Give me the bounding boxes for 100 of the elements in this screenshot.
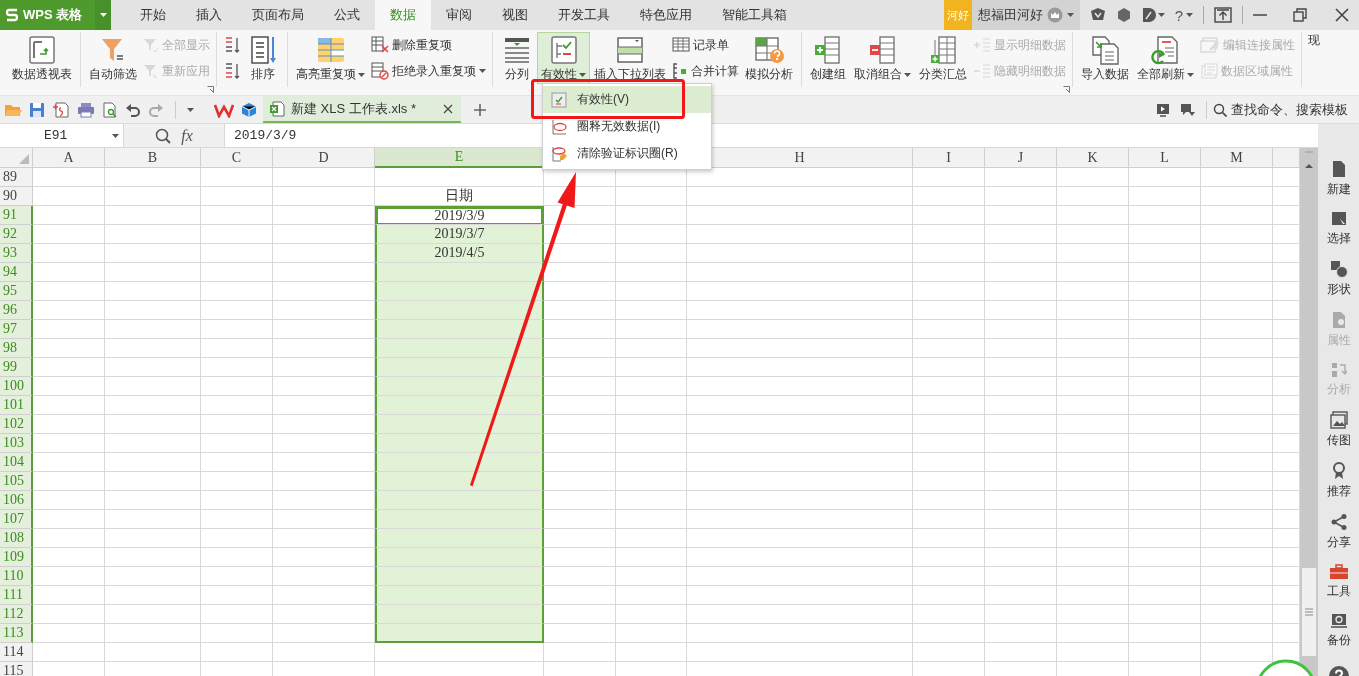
column-header[interactable]: I — [913, 148, 985, 168]
table-cell — [616, 187, 687, 206]
scroll-thumb[interactable] — [1302, 568, 1316, 656]
row-header[interactable]: 96 — [0, 301, 33, 320]
user-menu[interactable]: 想福田河好 — [971, 0, 1080, 30]
ribbon-tab[interactable]: 视图 — [487, 0, 543, 30]
sidebar-button[interactable]: 新建 — [1326, 160, 1351, 198]
ribbon-button[interactable]: 高亮重复项 — [292, 32, 369, 84]
row-header[interactable]: 95 — [0, 282, 33, 301]
ribbon-button[interactable]: 导入数据 — [1077, 32, 1133, 84]
table-cell — [913, 263, 985, 282]
row-header[interactable]: 103 — [0, 434, 33, 453]
row-header[interactable]: 107 — [0, 510, 33, 529]
ribbon-button[interactable]: 分类汇总 — [915, 32, 971, 84]
ribbon-button[interactable]: 删除重复项 — [370, 35, 487, 55]
row-header[interactable]: 100 — [0, 377, 33, 396]
ribbon-tab[interactable]: 页面布局 — [237, 0, 319, 30]
ribbon-button[interactable]: 自动筛选 — [85, 32, 141, 84]
row-header[interactable]: 104 — [0, 453, 33, 472]
row-header[interactable]: 109 — [0, 548, 33, 567]
table-cell — [33, 263, 105, 282]
row-header[interactable]: 113 — [0, 624, 33, 643]
column-header[interactable]: C — [201, 148, 273, 168]
row-header[interactable]: 94 — [0, 263, 33, 282]
column-header[interactable]: J — [985, 148, 1057, 168]
row-header[interactable]: 110 — [0, 567, 33, 586]
table-cell — [1201, 244, 1273, 263]
row-header[interactable]: 99 — [0, 358, 33, 377]
ribbon-button[interactable]: 分列 — [497, 32, 537, 84]
row-header[interactable]: 90 — [0, 187, 33, 206]
menu-item[interactable]: 有效性(V) — [543, 86, 711, 113]
column-header[interactable]: A — [33, 148, 105, 168]
row-header[interactable]: 108 — [0, 529, 33, 548]
function-button[interactable]: fx — [181, 126, 193, 145]
ribbon-button[interactable]: 拒绝录入重复项 — [370, 61, 487, 81]
ribbon-button[interactable]: 有效性 — [537, 32, 590, 84]
row-header[interactable]: 105 — [0, 472, 33, 491]
ribbon-button[interactable]: 数据透视表 — [8, 32, 76, 84]
row-header[interactable]: 111 — [0, 586, 33, 605]
app-menu-button[interactable] — [95, 0, 111, 30]
table-cell — [913, 605, 985, 624]
ribbon-tab[interactable]: 数据 — [375, 0, 431, 30]
ribbon-tab[interactable]: 公式 — [319, 0, 375, 30]
ribbon-button[interactable]: 取消组合 — [850, 32, 915, 84]
table-cell — [1201, 624, 1273, 643]
sidebar-button[interactable]: 选择 — [1326, 211, 1351, 247]
help-button[interactable]: ? — [1174, 6, 1193, 24]
sidebar-button[interactable]: 备份 — [1326, 613, 1351, 649]
row-header[interactable]: 114 — [0, 643, 33, 662]
image-icon — [1329, 411, 1348, 429]
column-header[interactable]: K — [1057, 148, 1129, 168]
ribbon-tab[interactable]: 开发工具 — [543, 0, 625, 30]
row-header[interactable]: 97 — [0, 320, 33, 339]
row-header[interactable]: 92 — [0, 225, 33, 244]
row-header[interactable]: 89 — [0, 168, 33, 187]
sidebar-button[interactable]: 推荐 — [1326, 462, 1351, 500]
column-header[interactable]: D — [273, 148, 375, 168]
ribbon-button[interactable]: 记录单 — [671, 35, 740, 55]
ribbon-button[interactable]: 模拟分析 — [741, 32, 797, 84]
table-cell — [1129, 244, 1201, 263]
table-cell — [1129, 206, 1201, 225]
row-header[interactable]: 91 — [0, 206, 33, 225]
row-header[interactable]: 106 — [0, 491, 33, 510]
row-header[interactable]: 115 — [0, 662, 33, 676]
sidebar-button[interactable]: 形状 — [1326, 260, 1351, 298]
column-header[interactable]: M — [1201, 148, 1273, 168]
ribbon-tab[interactable]: 特色应用 — [625, 0, 707, 30]
column-header[interactable]: L — [1129, 148, 1201, 168]
select-all-corner[interactable] — [0, 148, 33, 168]
ribbon-button[interactable]: 创建组 — [806, 32, 850, 84]
ribbon-tab[interactable]: 开始 — [125, 0, 181, 30]
app-logo[interactable]: WPS 表格 — [0, 0, 95, 30]
row-header[interactable]: 112 — [0, 605, 33, 624]
table-cell — [201, 396, 273, 415]
ribbon-tab[interactable]: 审阅 — [431, 0, 487, 30]
ribbon-tab[interactable]: 智能工具箱 — [707, 0, 802, 30]
row-header[interactable]: 98 — [0, 339, 33, 358]
column-header[interactable] — [1273, 148, 1300, 168]
sidebar-button[interactable]: 分享 — [1326, 513, 1351, 551]
eraser-icon — [551, 145, 567, 162]
sidebar-button[interactable]: 传图 — [1326, 411, 1351, 449]
name-box[interactable]: E91 — [0, 124, 124, 147]
table-cell — [913, 244, 985, 263]
column-header[interactable]: B — [105, 148, 201, 168]
search-field[interactable]: 查找命令、搜索模板 — [1231, 102, 1357, 117]
row-header[interactable]: 102 — [0, 415, 33, 434]
row-header[interactable]: 101 — [0, 396, 33, 415]
table-cell — [1057, 605, 1129, 624]
table-cell — [33, 643, 105, 662]
scrollbar[interactable] — [1300, 148, 1318, 676]
document-tab[interactable]: 新建 XLS 工作表.xls * — [263, 96, 461, 123]
sidebar-button[interactable]: 工具 — [1326, 564, 1351, 600]
table-cell — [1057, 510, 1129, 529]
menu-item[interactable]: 圈释无效数据(I) — [543, 113, 711, 140]
ribbon-button[interactable]: 全部刷新 — [1133, 32, 1198, 84]
ribbon-tab[interactable]: 插入 — [181, 0, 237, 30]
ribbon-button[interactable]: 合并计算 — [671, 61, 740, 81]
table-cell — [544, 339, 616, 358]
row-header[interactable]: 93 — [0, 244, 33, 263]
ribbon-button[interactable]: 排序 — [243, 32, 283, 84]
